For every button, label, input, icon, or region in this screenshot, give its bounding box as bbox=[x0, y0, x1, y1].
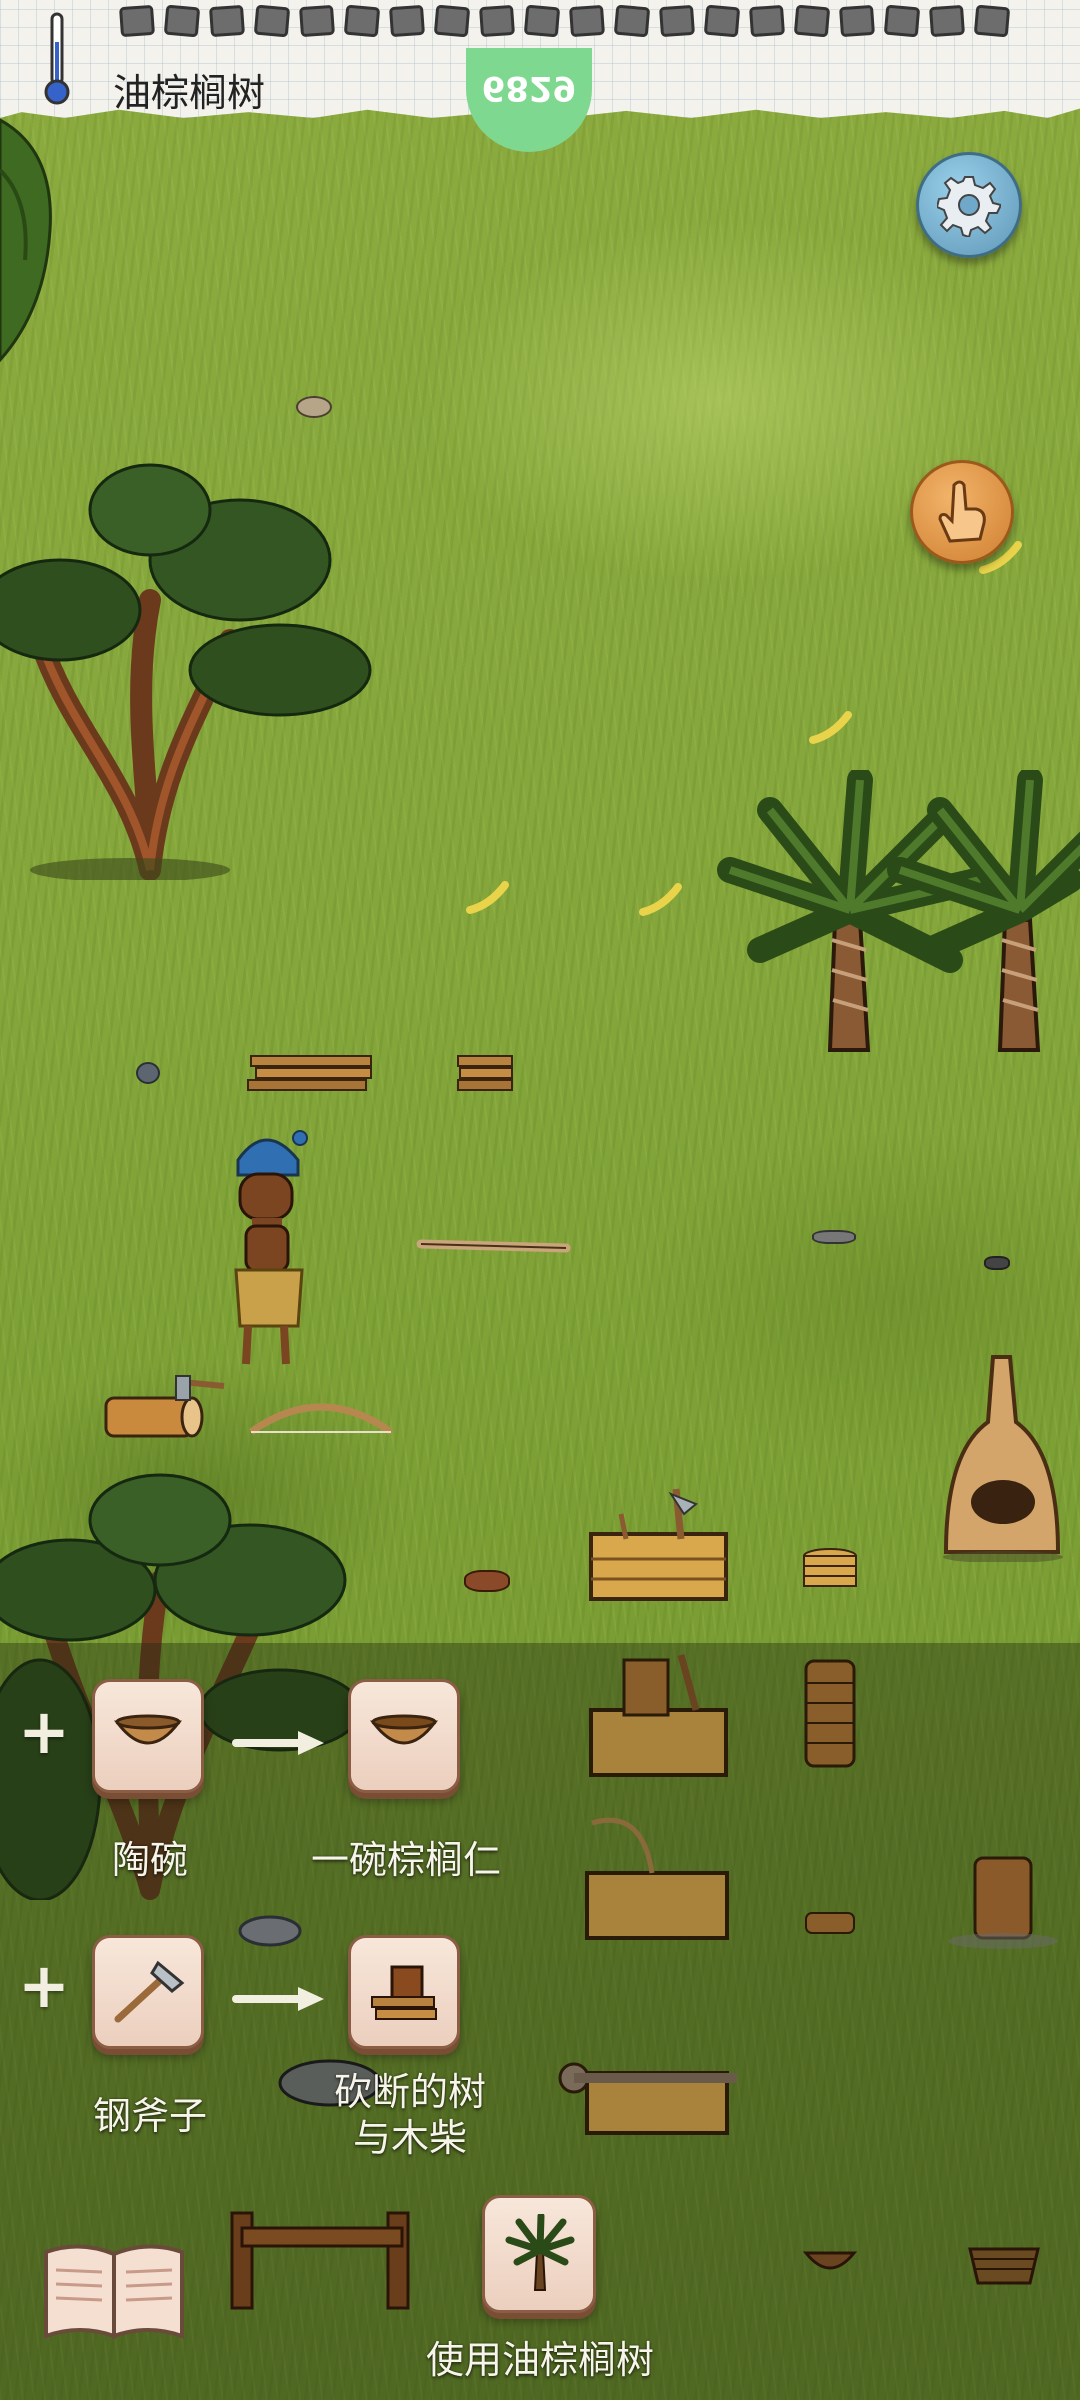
food-pip-icon bbox=[253, 4, 291, 38]
food-pip-icon bbox=[343, 4, 381, 38]
food-pip-icon bbox=[118, 4, 156, 38]
plus-icon: + bbox=[18, 1949, 70, 2022]
firewood-pile-sprite[interactable] bbox=[456, 1048, 516, 1098]
food-pip-icon bbox=[748, 4, 786, 38]
stone-sprite[interactable] bbox=[230, 1911, 310, 1951]
bowl-crate-sprite[interactable] bbox=[586, 1650, 731, 1780]
gear-icon bbox=[937, 176, 1001, 237]
plate-sprite[interactable] bbox=[802, 1903, 858, 1943]
fence-sprite[interactable] bbox=[228, 2203, 418, 2313]
food-pip-icon bbox=[973, 4, 1011, 38]
food-pip-icon bbox=[838, 4, 876, 38]
food-pip-icon bbox=[568, 4, 606, 38]
arrow-right-icon bbox=[232, 1731, 324, 1755]
round-stone-sprite[interactable] bbox=[136, 1062, 160, 1084]
food-pip-icon bbox=[433, 4, 471, 38]
ingredient-label: 钢斧子 bbox=[92, 2094, 207, 2138]
result-label: 砍断的树 与木柴 bbox=[333, 2070, 486, 2160]
ingredient-tile-bowl[interactable] bbox=[92, 1679, 204, 1793]
food-pip-icon bbox=[298, 4, 336, 38]
result-label: 一碗棕榈仁 bbox=[310, 1838, 501, 1882]
result-tile-bowl-of-palm-kernels[interactable] bbox=[348, 1679, 460, 1793]
food-pip-icon bbox=[163, 4, 201, 38]
food-pip-icon bbox=[883, 4, 921, 38]
oil-palm-tree-sprite[interactable] bbox=[690, 770, 1080, 1060]
wooden-box-sprite[interactable] bbox=[586, 1484, 731, 1604]
banana-peel-sprite[interactable] bbox=[638, 882, 688, 922]
bow-crate-sprite[interactable] bbox=[582, 1813, 732, 1943]
food-pip-icon bbox=[478, 4, 516, 38]
flint-chip-sprite[interactable] bbox=[812, 1230, 856, 1244]
use-object-label: 使用油棕榈树 bbox=[425, 2338, 654, 2382]
banana-peel-sprite[interactable] bbox=[808, 710, 858, 750]
recipe-book-icon[interactable] bbox=[40, 2240, 190, 2344]
hovered-object-name: 油棕榈树 bbox=[113, 71, 266, 115]
plate-stack-sprite[interactable] bbox=[800, 1546, 860, 1596]
food-pip-icon bbox=[793, 4, 831, 38]
food-pip-icon bbox=[928, 4, 966, 38]
food-pip-icon bbox=[703, 4, 741, 38]
flint-chip-sprite[interactable] bbox=[984, 1256, 1010, 1270]
use-oil-palm-tile[interactable] bbox=[482, 2195, 596, 2313]
basket-sprite[interactable] bbox=[964, 2239, 1044, 2289]
result-tile-felled-tree[interactable] bbox=[348, 1935, 460, 2049]
firewood-pile-sprite[interactable] bbox=[246, 1046, 376, 1096]
food-pip-icon bbox=[523, 4, 561, 38]
milkweed-sprite[interactable] bbox=[296, 396, 332, 418]
food-pip-icon bbox=[208, 4, 246, 38]
shrub-sprite[interactable] bbox=[0, 110, 70, 370]
crate-sprite[interactable] bbox=[552, 2033, 742, 2143]
firewood-icon bbox=[371, 1965, 437, 2020]
bowl-sprite[interactable] bbox=[800, 2243, 860, 2283]
interact-hand-button[interactable] bbox=[910, 460, 1014, 564]
ingredient-label: 陶碗 bbox=[111, 1838, 188, 1882]
food-meter bbox=[118, 4, 1011, 38]
plus-icon: + bbox=[18, 1695, 70, 1768]
clay-bowl-icon bbox=[114, 1714, 182, 1745]
hand-pointer-icon bbox=[938, 480, 986, 543]
food-pip-icon bbox=[613, 4, 651, 38]
thermometer-icon bbox=[44, 12, 70, 105]
long-straight-shaft-sprite[interactable] bbox=[416, 1226, 571, 1256]
butt-log-sprite[interactable] bbox=[104, 1372, 234, 1447]
adobe-kiln-sprite[interactable] bbox=[938, 1352, 1068, 1562]
clay-crock-sprite[interactable] bbox=[940, 1853, 1066, 1953]
yum-counter: 6829 bbox=[481, 68, 577, 108]
food-pip-icon bbox=[658, 4, 696, 38]
juniper-tree-sprite[interactable] bbox=[0, 450, 380, 880]
ingredient-tile-steel-axe[interactable] bbox=[92, 1935, 204, 2049]
arrow-right-icon bbox=[232, 1987, 324, 2011]
dirt-sprite[interactable] bbox=[464, 1570, 510, 1592]
yew-bow-sprite[interactable] bbox=[246, 1392, 396, 1442]
settings-button[interactable] bbox=[916, 152, 1022, 258]
player-character[interactable] bbox=[226, 1130, 316, 1380]
plate-stack-sprite[interactable] bbox=[802, 1653, 858, 1773]
banana-peel-sprite[interactable] bbox=[465, 880, 515, 920]
oil-palm-icon bbox=[505, 2214, 575, 2291]
clay-bowl-icon bbox=[370, 1714, 438, 1745]
steel-axe-icon bbox=[114, 1960, 185, 2023]
food-pip-icon bbox=[388, 4, 426, 38]
